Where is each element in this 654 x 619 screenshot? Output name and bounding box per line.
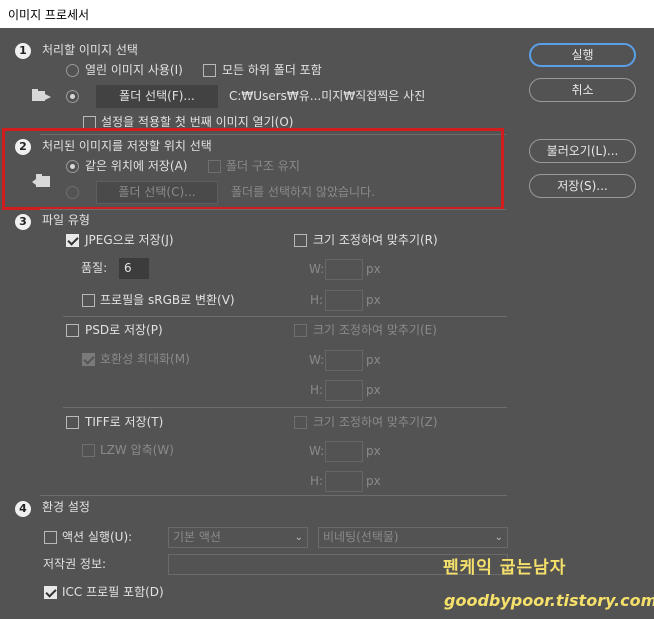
action-value: 비네팅(선택물) — [323, 530, 399, 544]
action-set-select[interactable]: 기본 액션 ⌄ — [168, 527, 308, 548]
load-button[interactable]: 불러오기(L)... — [529, 139, 636, 163]
section-3-title: 파일 유형 — [42, 213, 90, 227]
window-title: 이미지 프로세서 — [8, 8, 90, 22]
psd-resize-label: 크기 조정하여 맞추기(E) — [313, 323, 437, 337]
save-same-location-label: 같은 위치에 저장(A) — [85, 159, 188, 173]
save-jpeg-label: JPEG으로 저장(J) — [85, 233, 174, 247]
maximize-compatibility-checkbox[interactable] — [82, 353, 95, 366]
select-destination-folder-button[interactable]: 폴더 선택(C)... — [96, 181, 218, 204]
psd-width-input[interactable] — [325, 350, 363, 371]
source-folder-path: C:₩Users₩유...미지₩직접찍은 사진 — [229, 89, 426, 103]
chevron-down-icon: ⌄ — [294, 532, 303, 543]
jpeg-width-unit: px — [366, 262, 381, 276]
tiff-resize-checkbox[interactable] — [294, 416, 307, 429]
keep-folder-structure-checkbox[interactable] — [208, 160, 221, 173]
section-3-number: 3 — [15, 214, 31, 230]
psd-height-label: H: — [310, 383, 324, 397]
run-action-label: 액션 실행(U): — [62, 530, 133, 544]
window-titlebar: 이미지 프로세서 — [0, 0, 654, 28]
tiff-height-input[interactable] — [325, 471, 363, 492]
lzw-compression-checkbox[interactable] — [82, 444, 95, 457]
tiff-width-input[interactable] — [325, 441, 363, 462]
copyright-label: 저작권 정보: — [43, 557, 107, 571]
jpeg-height-label: H: — [310, 293, 324, 307]
action-set-value: 기본 액션 — [173, 530, 221, 544]
include-subfolders-checkbox[interactable] — [203, 64, 216, 77]
psd-width-unit: px — [366, 353, 381, 367]
section-2-title: 처리된 이미지를 저장할 위치 선택 — [42, 139, 212, 153]
run-action-checkbox[interactable] — [44, 531, 57, 544]
watermark-title: 펜케익 굽는남자 — [443, 558, 567, 578]
lzw-compression-label: LZW 압축(W) — [100, 443, 174, 457]
select-source-folder-button[interactable]: 폴더 선택(F)... — [96, 85, 218, 108]
include-icc-checkbox[interactable] — [44, 586, 57, 599]
save-settings-button[interactable]: 저장(S)... — [529, 174, 636, 198]
psd-height-input[interactable] — [325, 380, 363, 401]
save-jpeg-checkbox[interactable] — [66, 234, 79, 247]
no-folder-selected-text: 폴더를 선택하지 않았습니다. — [231, 185, 375, 199]
include-icc-label: ICC 프로필 포함(D) — [62, 585, 164, 599]
jpeg-resize-label: 크기 조정하여 맞추기(R) — [313, 233, 438, 247]
jpeg-quality-label: 품질: — [81, 261, 108, 275]
tiff-width-label: W: — [309, 444, 325, 458]
save-same-location-radio[interactable] — [66, 160, 79, 173]
section-4-title: 환경 설정 — [42, 500, 90, 514]
jpeg-height-unit: px — [366, 293, 381, 307]
chevron-down-icon: ⌄ — [494, 532, 503, 543]
jpeg-width-label: W: — [309, 262, 325, 276]
save-psd-label: PSD로 저장(P) — [85, 323, 163, 337]
convert-srgb-label: 프로필을 sRGB로 변환(V) — [100, 293, 235, 307]
section-1-number: 1 — [15, 43, 31, 59]
psd-width-label: W: — [309, 353, 325, 367]
tiff-resize-label: 크기 조정하여 맞추기(Z) — [313, 415, 438, 429]
cancel-button[interactable]: 취소 — [529, 78, 636, 102]
section-1-title: 처리할 이미지 선택 — [42, 43, 138, 57]
folder-icon — [32, 172, 52, 193]
save-tiff-checkbox[interactable] — [66, 416, 79, 429]
jpeg-width-input[interactable] — [325, 259, 363, 280]
section-2-number: 2 — [15, 139, 31, 155]
convert-srgb-checkbox[interactable] — [82, 294, 95, 307]
save-psd-checkbox[interactable] — [66, 324, 79, 337]
watermark-url: goodbypoor.tistory.com — [444, 591, 654, 610]
save-tiff-label: TIFF로 저장(T) — [85, 415, 164, 429]
jpeg-resize-checkbox[interactable] — [294, 234, 307, 247]
run-button[interactable]: 실행 — [529, 43, 636, 67]
section-4-number: 4 — [15, 501, 31, 517]
include-subfolders-label: 모든 하위 폴더 포함 — [222, 63, 322, 77]
section-divider — [63, 316, 507, 317]
jpeg-height-input[interactable] — [325, 290, 363, 311]
tiff-height-unit: px — [366, 474, 381, 488]
folder-arrow-icon — [32, 88, 52, 107]
action-select[interactable]: 비네팅(선택물) ⌄ — [318, 527, 508, 548]
tiff-height-label: H: — [310, 474, 324, 488]
psd-height-unit: px — [366, 383, 381, 397]
use-open-images-label: 열린 이미지 사용(I) — [85, 63, 183, 77]
section-divider — [40, 209, 506, 210]
use-open-images-radio[interactable] — [66, 64, 79, 77]
maximize-compatibility-label: 호환성 최대화(M) — [100, 352, 190, 366]
jpeg-quality-input[interactable]: 6 — [119, 258, 149, 279]
select-destination-folder-radio[interactable] — [66, 186, 79, 199]
psd-resize-checkbox[interactable] — [294, 324, 307, 337]
section-divider — [63, 407, 507, 408]
select-source-folder-radio[interactable] — [66, 90, 79, 103]
tiff-width-unit: px — [366, 444, 381, 458]
section-divider — [40, 495, 507, 496]
keep-folder-structure-label: 폴더 구조 유지 — [226, 159, 300, 173]
